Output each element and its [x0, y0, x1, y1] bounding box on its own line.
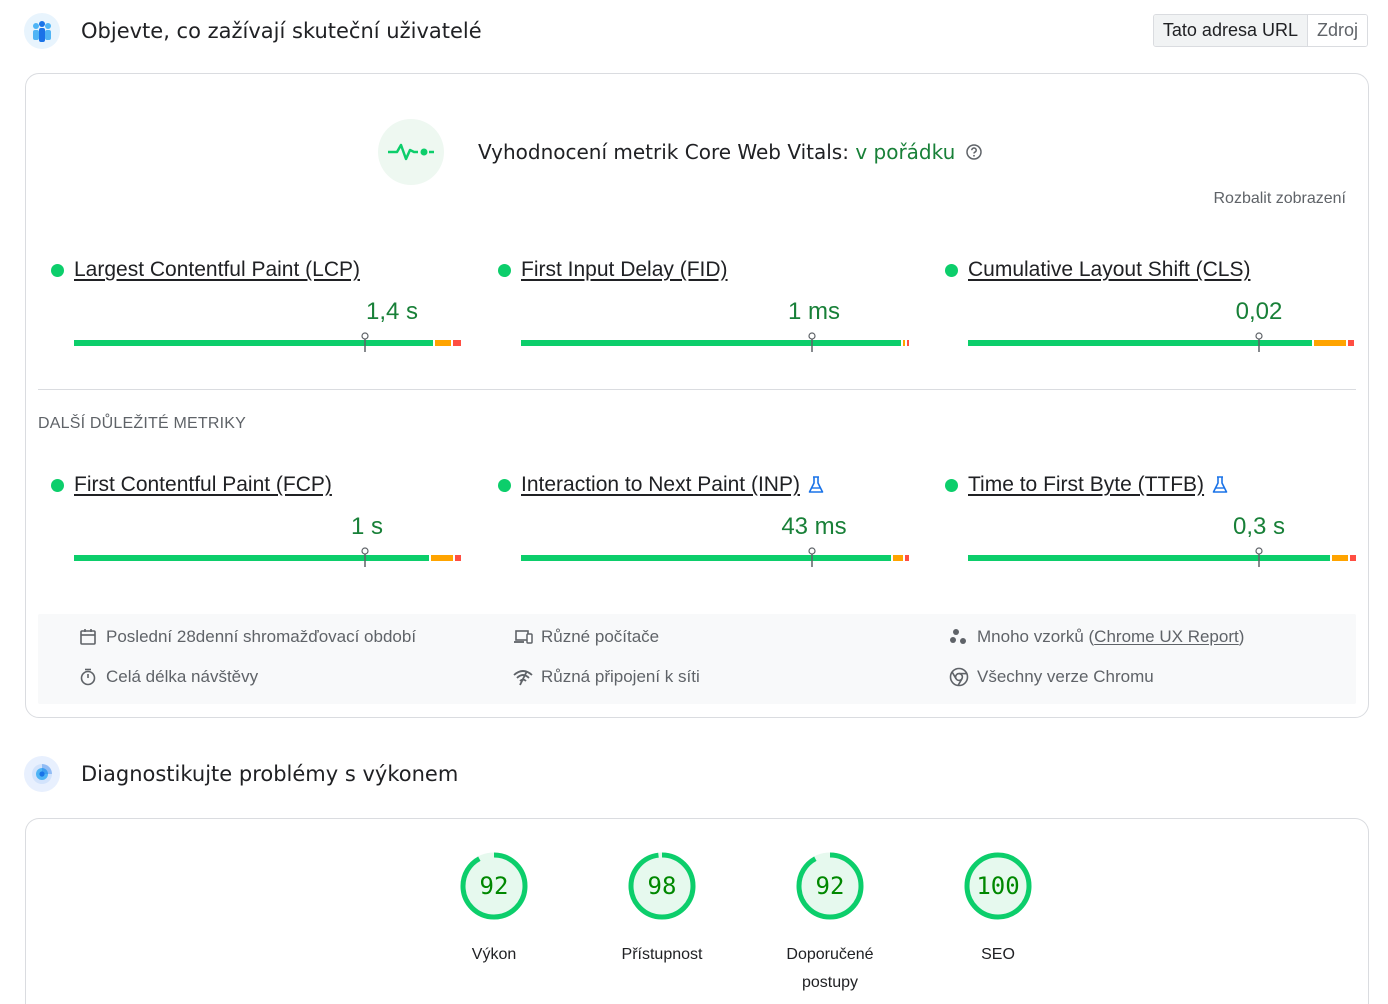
info-duration: Celá délka návštěvy — [78, 667, 258, 687]
distribution-bar — [968, 555, 1356, 561]
distribution-bar — [74, 555, 462, 561]
cwv-status: v pořádku — [855, 140, 956, 164]
distribution-bar — [968, 340, 1356, 346]
metric-cls: Cumulative Layout Shift (CLS) 0,02 — [945, 258, 1354, 352]
info-text: Různá připojení k síti — [541, 667, 700, 686]
gauge-label: Přístupnost — [621, 946, 703, 963]
metric-name[interactable]: First Input Delay (FID) — [521, 258, 728, 282]
gauge-performance[interactable]: 92 Výkon — [410, 851, 578, 997]
section-title: Diagnostikujte problémy s výkonem — [81, 762, 459, 786]
good-status-dot — [498, 263, 511, 277]
metric-name[interactable]: Cumulative Layout Shift (CLS) — [968, 258, 1250, 282]
metric-fid: First Input Delay (FID) 1 ms — [498, 258, 909, 352]
lighthouse-icon — [24, 756, 60, 792]
lab-scores-card: 92 Výkon 98 Přístupnost 92 Doporučené po… — [25, 818, 1369, 1004]
flask-icon — [1212, 476, 1228, 494]
gauge-label: Výkon — [471, 946, 517, 963]
metric-value: 0,3 s — [1232, 513, 1286, 540]
score-ring: 98 — [627, 851, 697, 921]
metric-name[interactable]: Time to First Byte (TTFB) — [968, 473, 1204, 497]
metric-name[interactable]: First Contentful Paint (FCP) — [74, 473, 332, 497]
metric-value: 1 ms — [787, 298, 841, 325]
metric-name[interactable]: Largest Contentful Paint (LCP) — [74, 258, 360, 282]
score-value: 92 — [479, 872, 509, 900]
metric-value: 0,02 — [1235, 298, 1283, 325]
score-gauges: 92 Výkon 98 Přístupnost 92 Doporučené po… — [410, 851, 1082, 997]
diagnose-header: Diagnostikujte problémy s výkonem — [24, 756, 458, 792]
field-data-header: Objevte, co zažívají skuteční uživatelé — [24, 13, 482, 49]
this-url-option[interactable]: Tato adresa URL — [1153, 15, 1308, 46]
percentile-marker — [361, 332, 369, 352]
info-devices: Různé počítače — [513, 627, 659, 647]
percentile-marker — [808, 547, 816, 567]
info-text: Různé počítače — [541, 627, 660, 646]
gauge-label: Doporučené postupy — [786, 946, 874, 991]
info-text: Poslední 28denní shromažďovací období — [106, 627, 417, 646]
devices-icon — [513, 627, 533, 647]
good-status-dot — [51, 478, 64, 492]
help-icon[interactable] — [965, 143, 983, 161]
info-text: Celá délka návštěvy — [106, 667, 259, 686]
other-metrics-heading: DALŠÍ DŮLEŽITÉ METRIKY — [38, 415, 246, 432]
cwv-assessment: Vyhodnocení metrik Core Web Vitals: v po… — [378, 119, 983, 185]
good-status-dot — [498, 478, 511, 492]
score-ring: 92 — [459, 851, 529, 921]
good-status-dot — [51, 263, 64, 277]
field-data-card: Vyhodnocení metrik Core Web Vitals: v po… — [25, 73, 1369, 718]
metric-inp: Interaction to Next Paint (INP) 43 ms — [498, 473, 909, 567]
timer-icon — [78, 667, 98, 687]
percentile-marker — [1255, 332, 1263, 352]
score-value: 92 — [815, 872, 845, 900]
samples-icon — [949, 627, 969, 647]
info-text: Mnoho vzorků ( — [977, 627, 1095, 646]
origin-option[interactable]: Zdroj — [1307, 15, 1367, 46]
flask-icon — [808, 476, 824, 494]
score-ring: 92 — [795, 851, 865, 921]
score-value: 100 — [976, 872, 1020, 900]
metric-value: 1,4 s — [365, 298, 419, 325]
good-status-dot — [945, 263, 958, 277]
metric-fcp: First Contentful Paint (FCP) 1 s — [51, 473, 461, 567]
expand-view-link[interactable]: Rozbalit zobrazení — [1213, 190, 1346, 208]
metric-name[interactable]: Interaction to Next Paint (INP) — [521, 473, 800, 497]
info-text: Všechny verze Chromu — [977, 667, 1154, 686]
percentile-marker — [808, 332, 816, 352]
gauge-label: SEO — [981, 946, 1015, 963]
metric-ttfb: Time to First Byte (TTFB) 0,3 s — [945, 473, 1356, 567]
data-info-panel: Poslední 28denní shromažďovací období Ce… — [38, 614, 1356, 704]
chrome-icon — [949, 667, 969, 687]
pulse-icon — [378, 119, 444, 185]
info-chrome: Všechny verze Chromu — [949, 667, 1154, 687]
gauge-best-practices[interactable]: 92 Doporučené postupy — [746, 851, 914, 997]
distribution-bar — [521, 555, 909, 561]
good-status-dot — [945, 478, 958, 492]
metric-value: 43 ms — [781, 513, 847, 540]
info-network: Různá připojení k síti — [513, 667, 700, 687]
metric-value: 1 s — [350, 513, 384, 540]
info-text: ) — [1238, 627, 1245, 646]
info-samples: Mnoho vzorků (Chrome UX Report) — [949, 627, 1244, 647]
calendar-icon — [78, 627, 98, 647]
gauge-accessibility[interactable]: 98 Přístupnost — [578, 851, 746, 997]
distribution-bar — [74, 340, 462, 346]
chrome-ux-report-link[interactable]: Chrome UX Report — [1094, 627, 1239, 647]
distribution-bar — [521, 340, 909, 346]
section-title: Objevte, co zažívají skuteční uživatelé — [81, 19, 482, 43]
score-value: 98 — [647, 872, 677, 900]
cwv-assessment-text: Vyhodnocení metrik Core Web Vitals: v po… — [478, 140, 955, 164]
cwv-label: Vyhodnocení metrik Core Web Vitals: — [478, 140, 849, 164]
wifi-icon — [513, 667, 533, 687]
percentile-marker — [1255, 547, 1263, 567]
metric-lcp: Largest Contentful Paint (LCP) 1,4 s — [51, 258, 461, 352]
percentile-marker — [361, 547, 369, 567]
score-ring: 100 — [963, 851, 1033, 921]
divider — [38, 389, 1356, 390]
url-origin-toggle[interactable]: Tato adresa URL Zdroj — [1152, 14, 1368, 47]
gauge-seo[interactable]: 100 SEO — [914, 851, 1082, 997]
users-icon — [24, 13, 60, 49]
info-period: Poslední 28denní shromažďovací období — [78, 627, 416, 647]
